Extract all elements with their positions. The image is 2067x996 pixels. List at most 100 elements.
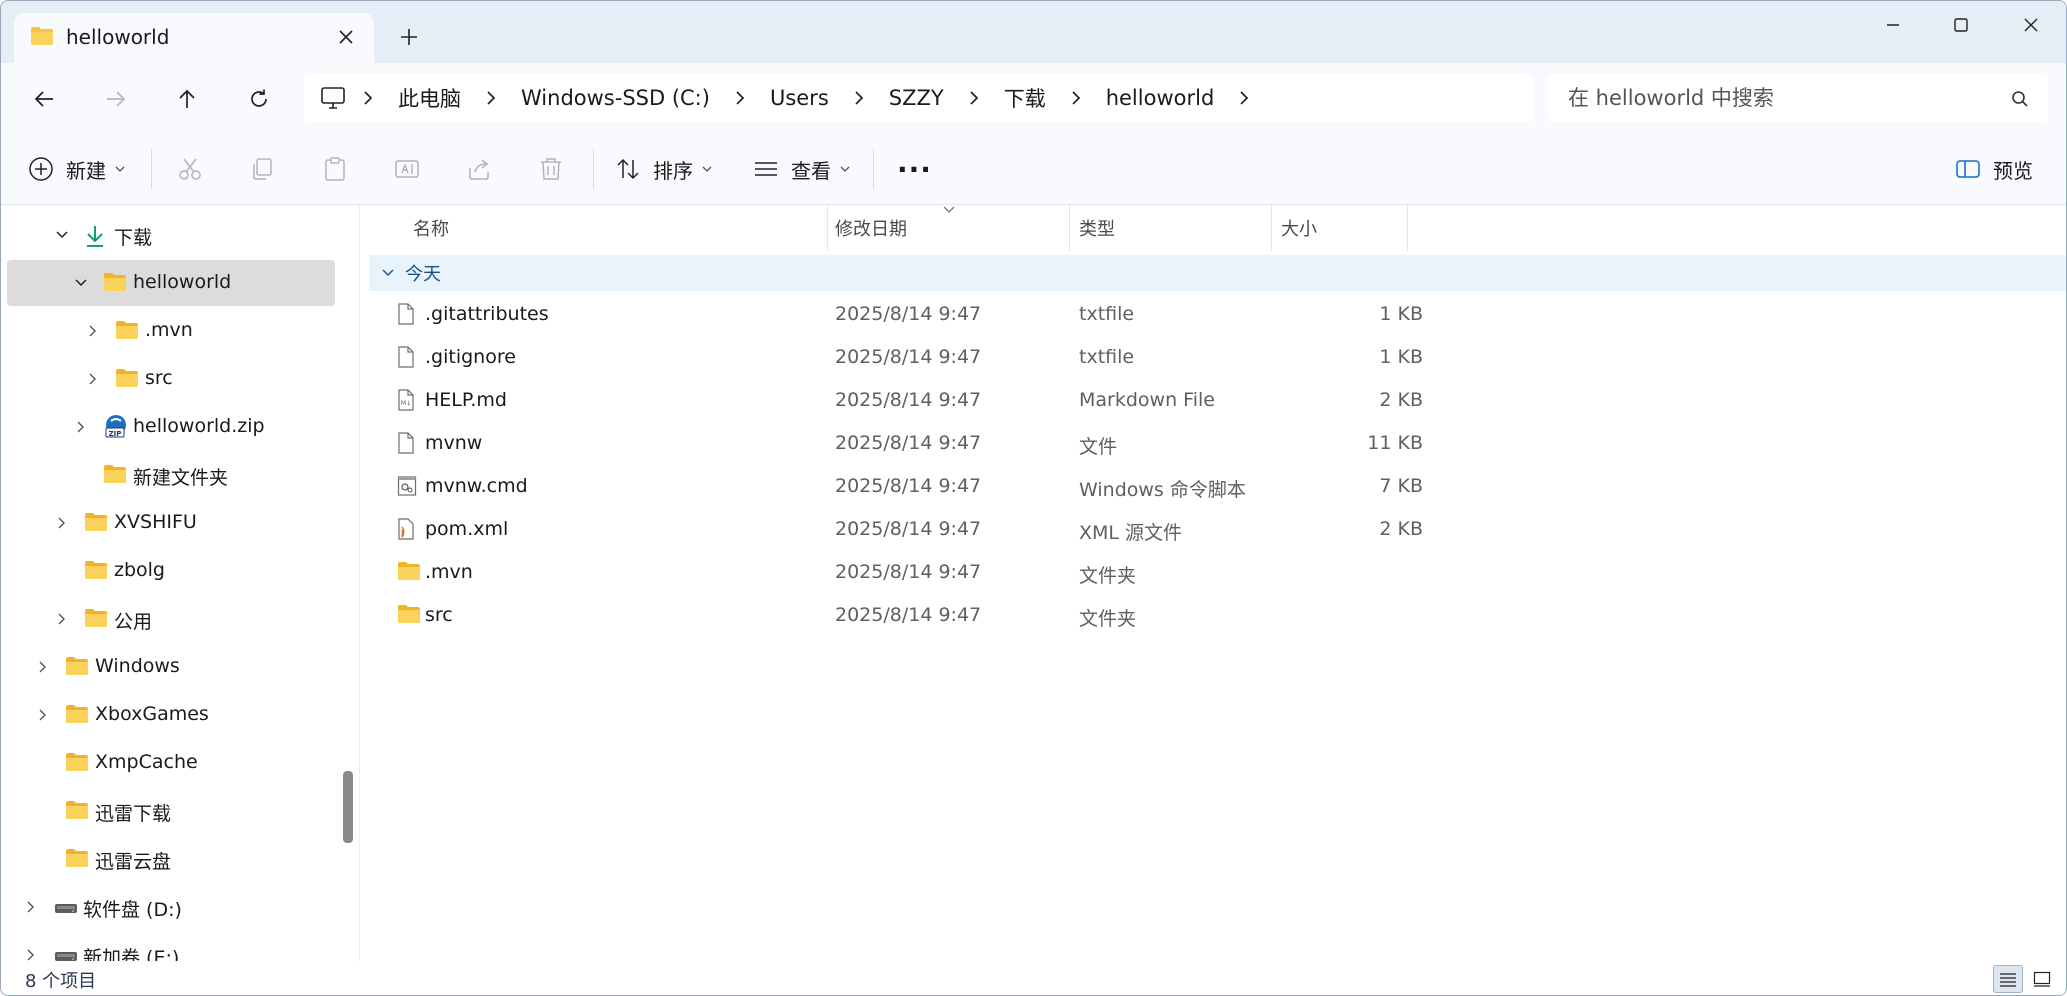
breadcrumb-users[interactable]: Users xyxy=(762,86,837,110)
breadcrumb-helloworld[interactable]: helloworld xyxy=(1098,86,1223,110)
chevron-right-icon[interactable] xyxy=(83,369,103,389)
chevron-down-icon[interactable] xyxy=(52,225,72,245)
rename-button[interactable] xyxy=(394,147,420,191)
plus-icon xyxy=(401,29,417,45)
sidebar-item[interactable]: 新建文件夹 xyxy=(7,452,335,498)
sort-button[interactable]: 排序 xyxy=(615,147,713,191)
chevron-right-icon[interactable] xyxy=(52,609,72,629)
refresh-button[interactable] xyxy=(239,79,279,119)
chevron-right-icon[interactable] xyxy=(33,705,53,725)
chevron-right-icon[interactable] xyxy=(21,897,41,917)
file-row[interactable]: M↓ HELP.md 2025/8/14 9:47 Markdown File 2 KB xyxy=(369,379,1769,422)
new-tab-button[interactable] xyxy=(393,21,425,53)
sidebar-item[interactable]: src xyxy=(7,356,335,402)
sidebar-item[interactable]: 下载 xyxy=(7,212,335,258)
sidebar-item[interactable]: .mvn xyxy=(7,308,335,354)
column-header-date[interactable]: 修改日期 xyxy=(835,205,907,251)
sidebar-item[interactable]: 迅雷云盘 xyxy=(7,836,335,882)
sidebar-item[interactable]: 新加卷 (E:) xyxy=(7,932,335,961)
sidebar-item[interactable]: helloworld xyxy=(7,260,335,306)
search-input[interactable] xyxy=(1548,74,2048,122)
more-options-button[interactable]: ··· xyxy=(897,147,932,191)
folder-icon xyxy=(115,368,139,393)
sidebar-item-label: 迅雷下载 xyxy=(95,803,172,825)
tab-helloworld[interactable]: helloworld xyxy=(14,13,374,63)
delete-button[interactable] xyxy=(538,147,564,191)
navigation-pane[interactable]: 下载 helloworld .mvn src ZIP helloworld.zip 新建文件… xyxy=(1,205,341,961)
cut-button[interactable] xyxy=(177,147,203,191)
view-button[interactable]: 查看 xyxy=(753,147,851,191)
column-header-name[interactable]: 名称 xyxy=(413,205,449,251)
back-button[interactable] xyxy=(24,79,64,119)
copy-icon xyxy=(253,158,272,180)
file-row[interactable]: pom.xml 2025/8/14 9:47 XML 源文件 2 KB xyxy=(369,508,1769,551)
file-row[interactable]: .gitattributes 2025/8/14 9:47 txtfile 1 KB xyxy=(369,293,1769,336)
breadcrumb-separator[interactable] xyxy=(346,90,390,106)
pane-divider[interactable] xyxy=(359,205,360,961)
sidebar-item[interactable]: XVSHIFU xyxy=(7,500,335,546)
sidebar-item[interactable]: XmpCache xyxy=(7,740,335,786)
group-header-today[interactable]: 今天 xyxy=(369,255,2066,291)
column-header-type[interactable]: 类型 xyxy=(1079,205,1115,251)
file-row[interactable]: mvnw 2025/8/14 9:47 文件 11 KB xyxy=(369,422,1769,465)
chevron-right-icon[interactable] xyxy=(71,417,91,437)
breadcrumb-separator[interactable] xyxy=(718,90,762,106)
new-button[interactable]: 新建 xyxy=(28,147,126,191)
sort-indicator-icon xyxy=(943,206,955,213)
close-tab-button[interactable] xyxy=(332,23,360,51)
forward-button[interactable] xyxy=(96,79,136,119)
close-window-button[interactable] xyxy=(2003,5,2059,45)
file-row[interactable]: .gitignore 2025/8/14 9:47 txtfile 1 KB xyxy=(369,336,1769,379)
file-row[interactable]: .mvn 2025/8/14 9:47 文件夹 xyxy=(369,551,1769,594)
chevron-right-icon[interactable] xyxy=(33,657,53,677)
sidebar-scrollbar-thumb[interactable] xyxy=(343,771,353,843)
tiles-view-button[interactable] xyxy=(2027,965,2057,993)
file-name: mvnw.cmd xyxy=(425,475,528,497)
search-icon[interactable] xyxy=(2011,89,2029,113)
chevron-right-icon[interactable] xyxy=(83,321,103,341)
sidebar-item[interactable]: zbolg xyxy=(7,548,335,594)
close-icon xyxy=(2024,18,2038,32)
preview-pane-button[interactable]: 预览 xyxy=(1955,147,2033,191)
sidebar-item[interactable]: XboxGames xyxy=(7,692,335,738)
share-icon xyxy=(469,159,489,180)
chevron-down-icon xyxy=(702,166,712,172)
up-button[interactable] xyxy=(167,79,207,119)
more-icon: ··· xyxy=(897,152,932,186)
file-name: pom.xml xyxy=(425,518,509,540)
folder-icon xyxy=(84,608,108,633)
breadcrumb-this-pc[interactable]: 此电脑 xyxy=(390,83,469,113)
column-header-size[interactable]: 大小 xyxy=(1281,205,1317,251)
copy-button[interactable] xyxy=(249,147,275,191)
minimize-button[interactable] xyxy=(1865,5,1921,45)
paste-button[interactable] xyxy=(322,147,348,191)
file-row[interactable]: src 2025/8/14 9:47 文件夹 xyxy=(369,594,1769,637)
share-button[interactable] xyxy=(466,147,492,191)
file-date: 2025/8/14 9:47 xyxy=(835,604,982,626)
sidebar-item[interactable]: 公用 xyxy=(7,596,335,642)
breadcrumb-downloads[interactable]: 下载 xyxy=(996,83,1054,113)
address-bar[interactable]: 此电脑 Windows-SSD (C:) Users SZZY 下载 hello… xyxy=(304,74,1534,122)
breadcrumb-separator[interactable] xyxy=(837,90,881,106)
maximize-button[interactable] xyxy=(1933,5,1989,45)
breadcrumb-separator[interactable] xyxy=(952,90,996,106)
file-size: 11 KB xyxy=(1367,432,1423,454)
sidebar-item-label: 新加卷 (E:) xyxy=(83,947,180,961)
chevron-down-icon[interactable] xyxy=(71,273,91,293)
breadcrumb-separator[interactable] xyxy=(469,90,513,106)
breadcrumb-user[interactable]: SZZY xyxy=(881,86,952,110)
breadcrumb-separator[interactable] xyxy=(1222,90,1266,106)
file-name: .mvn xyxy=(425,561,473,583)
sidebar-item[interactable]: 迅雷下载 xyxy=(7,788,335,834)
details-view-button[interactable] xyxy=(1993,965,2023,993)
chevron-right-icon[interactable] xyxy=(21,945,41,961)
breadcrumb-drive-c[interactable]: Windows-SSD (C:) xyxy=(513,86,718,110)
file-row[interactable]: mvnw.cmd 2025/8/14 9:47 Windows 命令脚本 7 KB xyxy=(369,465,1769,508)
sidebar-item[interactable]: ZIP helloworld.zip xyxy=(7,404,335,450)
file-name: .gitignore xyxy=(425,346,516,368)
sidebar-item[interactable]: 软件盘 (D:) xyxy=(7,884,335,930)
chevron-right-icon[interactable] xyxy=(52,513,72,533)
chevron-down-icon xyxy=(382,269,394,276)
sidebar-item[interactable]: Windows xyxy=(7,644,335,690)
breadcrumb-separator[interactable] xyxy=(1054,90,1098,106)
